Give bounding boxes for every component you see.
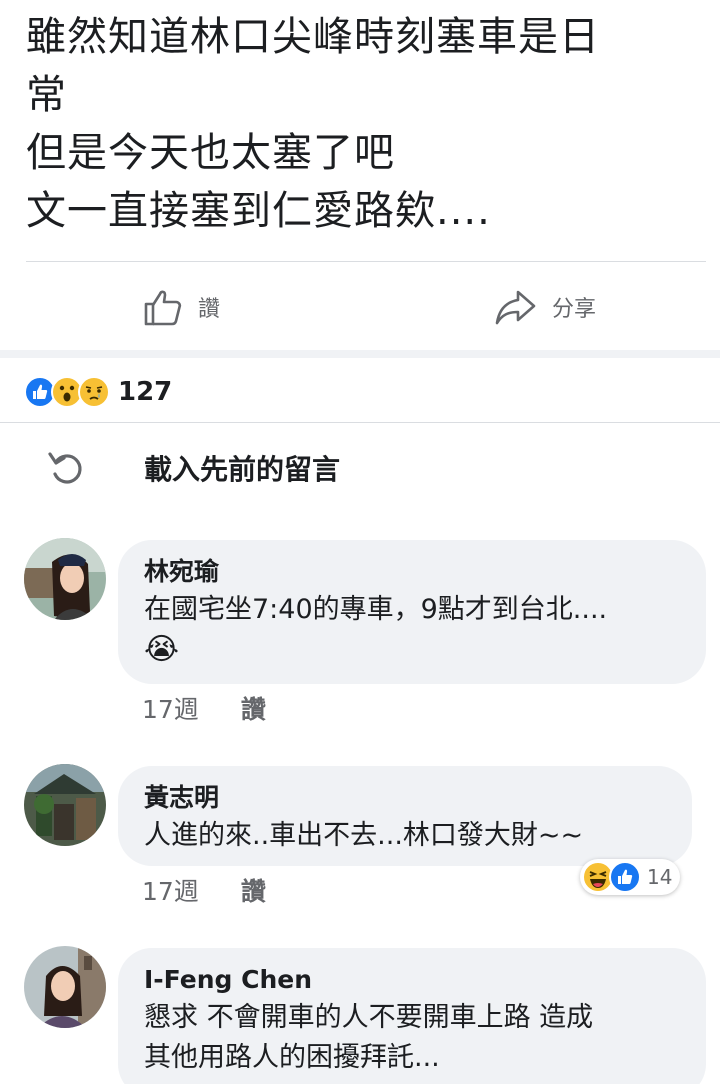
post-line: 雖然知道林口尖峰時刻塞車是日	[26, 14, 600, 60]
comment-like-button[interactable]: 讚	[241, 690, 266, 726]
post-line: 文一直接塞到仁愛路欸....	[26, 188, 491, 234]
comment-bubble: I-Feng Chen 懇求 不會開車的人不要開車上路 造成 其他用路人的困擾拜…	[118, 948, 706, 1084]
like-icon	[609, 861, 641, 893]
share-icon	[494, 286, 538, 328]
comment-author[interactable]: 林宛瑜	[144, 554, 680, 590]
share-button[interactable]: 分享	[494, 282, 596, 332]
comment-author[interactable]: 黃志明	[144, 780, 666, 816]
reactions-summary[interactable]: 127	[24, 372, 172, 412]
comment-reaction-count: 14	[647, 865, 673, 889]
post-text: 雖然知道林口尖峰時刻塞車是日 常 但是今天也太塞了吧 文一直接塞到仁愛路欸...…	[26, 8, 696, 240]
comment-text: 在國宅坐7:40的專車，9點才到台北....	[144, 594, 608, 625]
comment-author[interactable]: I-Feng Chen	[144, 962, 680, 998]
comment-time[interactable]: 17週	[142, 690, 199, 726]
comment-text: 人進的來..車出不去...林口發大財~~	[144, 820, 584, 851]
avatar[interactable]	[24, 538, 106, 620]
comment-text: 其他用路人的困擾拜託...	[144, 1042, 440, 1073]
divider	[26, 261, 706, 262]
section-separator	[0, 350, 720, 358]
sad-icon	[78, 376, 110, 408]
comment-time[interactable]: 17週	[142, 872, 199, 908]
comment-text: 懇求 不會開車的人不要開車上路 造成	[144, 1002, 594, 1033]
comment-like-button[interactable]: 讚	[241, 872, 266, 908]
comment-reactions[interactable]: 14	[580, 859, 681, 895]
divider	[0, 422, 720, 423]
like-label: 讚	[198, 297, 221, 322]
refresh-icon	[44, 446, 88, 494]
avatar[interactable]	[24, 764, 106, 846]
thumbs-up-icon	[142, 286, 184, 328]
share-label: 分享	[552, 297, 597, 322]
post-line: 但是今天也太塞了吧	[26, 130, 395, 176]
post-line: 常	[26, 72, 67, 118]
comment-bubble: 林宛瑜 在國宅坐7:40的專車，9點才到台北.... 😭	[118, 540, 706, 684]
comment-emoji: 😭	[144, 632, 180, 667]
comment-meta: 17週 讚	[142, 690, 266, 726]
comment-bubble: 黃志明 人進的來..車出不去...林口發大財~~	[118, 766, 692, 866]
load-previous-comments-button[interactable]: 載入先前的留言	[44, 440, 340, 500]
avatar[interactable]	[24, 946, 106, 1028]
comment-meta: 17週 讚	[142, 872, 266, 908]
load-previous-label: 載入先前的留言	[144, 453, 341, 486]
like-button[interactable]: 讚	[142, 282, 220, 332]
reaction-count: 127	[118, 377, 173, 407]
